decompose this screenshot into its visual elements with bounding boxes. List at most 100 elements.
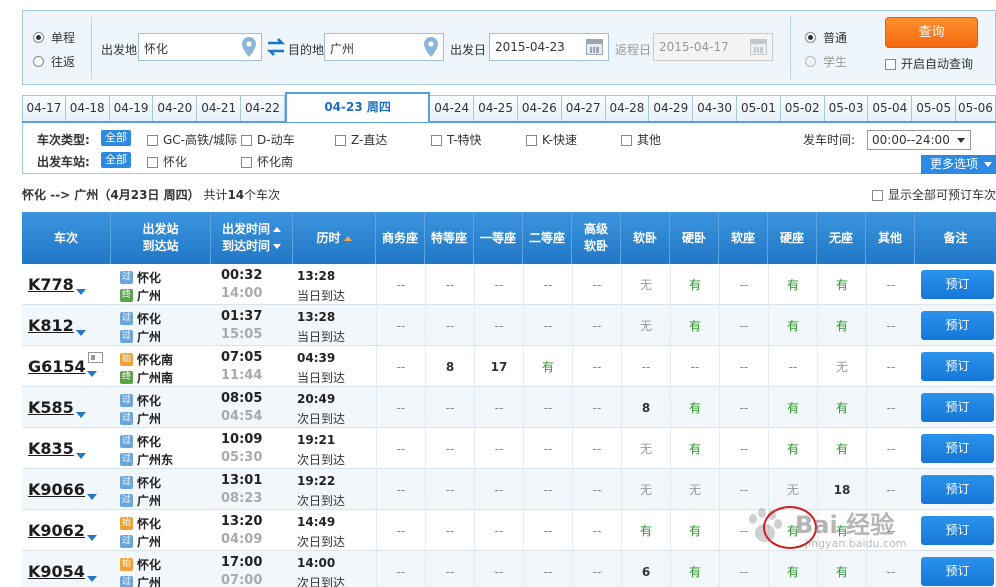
checkbox[interactable] — [621, 135, 632, 146]
seat-availability: -- — [768, 346, 817, 387]
date-tab[interactable]: 04-30 — [693, 95, 737, 121]
calendar-icon[interactable] — [586, 39, 603, 55]
student-radio[interactable]: 学生 — [805, 51, 847, 71]
chevron-down-icon[interactable] — [76, 289, 86, 295]
train-number[interactable]: K778 — [28, 275, 74, 294]
date-tab[interactable]: 04-26 — [517, 95, 562, 121]
auto-query-checkbox[interactable]: 开启自动查询 — [885, 55, 973, 72]
normal-radio[interactable]: 普通 — [805, 27, 847, 47]
filter-gc[interactable]: GC-高铁/城际 — [147, 131, 237, 148]
station-huaihua[interactable]: 怀化 — [147, 153, 187, 170]
station-huaihuanan[interactable]: 怀化南 — [241, 153, 293, 170]
chevron-down-icon[interactable] — [76, 412, 86, 418]
train-number[interactable]: K9066 — [28, 480, 85, 499]
filter-z[interactable]: Z-直达 — [335, 131, 387, 148]
date-tab[interactable]: 04-24 — [430, 95, 475, 121]
book-button[interactable]: 预订 — [921, 270, 994, 299]
train-number[interactable]: K9054 — [28, 562, 85, 581]
col-seat-label: 一等座 — [479, 230, 516, 245]
checkbox[interactable] — [431, 135, 442, 146]
radio-unchecked[interactable] — [33, 55, 44, 67]
show-all-bookable[interactable]: 显示全部可预订车次 — [872, 186, 996, 203]
seat-availability: 无 — [670, 469, 719, 510]
date-tab[interactable]: 04-22 — [241, 95, 285, 121]
date-tab[interactable]: 04-18 — [65, 95, 110, 121]
chevron-down-icon[interactable] — [76, 453, 86, 459]
to-station: 过广州 — [120, 533, 161, 550]
depart-station-all[interactable]: 全部 — [101, 152, 131, 168]
sort-up-icon[interactable] — [273, 227, 281, 232]
date-tab[interactable]: 04-20 — [153, 95, 198, 121]
more-options-button[interactable]: 更多选项 — [921, 155, 996, 174]
date-tab[interactable]: 05-01 — [736, 95, 781, 121]
sort-down-icon[interactable] — [273, 244, 281, 249]
to-input[interactable]: 广州 — [324, 33, 444, 61]
book-button[interactable]: 预订 — [921, 393, 994, 422]
date-tab[interactable]: 04-21 — [197, 95, 242, 121]
filter-d[interactable]: D-动车 — [241, 131, 295, 148]
round-trip-radio[interactable]: 往返 — [33, 51, 75, 71]
filter-k[interactable]: K-快速 — [526, 131, 577, 148]
swap-icon[interactable] — [266, 38, 286, 56]
checkbox[interactable] — [872, 190, 883, 201]
date-tab[interactable]: 04-25 — [474, 95, 518, 121]
date-tab[interactable]: 05-02 — [780, 95, 825, 121]
radio-checked[interactable] — [33, 31, 44, 43]
return-date-input[interactable]: 2015-04-17 — [653, 33, 773, 61]
checkbox[interactable] — [335, 135, 346, 146]
from-input[interactable]: 怀化 — [138, 33, 262, 61]
depart-date-input[interactable]: 2015-04-23 — [489, 33, 609, 61]
date-tab[interactable]: 04-27 — [561, 95, 606, 121]
date-tab[interactable]: 04-28 — [605, 95, 650, 121]
checkbox[interactable] — [147, 135, 158, 146]
book-button[interactable]: 预订 — [921, 516, 994, 545]
train-number[interactable]: K812 — [28, 316, 74, 335]
col-duration[interactable]: 历时 — [293, 212, 376, 264]
date-tab-active[interactable]: 04-23 周四 — [284, 92, 431, 122]
filter-other[interactable]: 其他 — [621, 131, 661, 148]
book-button[interactable]: 预订 — [921, 475, 994, 504]
chevron-down-icon[interactable] — [76, 330, 86, 336]
more-options-label: 更多选项 — [930, 157, 979, 171]
train-number[interactable]: G6154 — [28, 357, 86, 376]
chevron-down-icon[interactable] — [86, 576, 97, 582]
train-number[interactable]: K835 — [28, 439, 74, 458]
filter-t[interactable]: T-特快 — [431, 131, 482, 148]
sort-up-icon[interactable] — [343, 235, 352, 241]
radio-checked[interactable] — [805, 31, 816, 43]
book-button[interactable]: 预订 — [921, 311, 994, 340]
book-button[interactable]: 预订 — [921, 352, 994, 381]
table-row: K835 过怀化过广州东 10:09 05:30 19:21 次日到达 -- -- -- -- --… — [22, 428, 996, 469]
chevron-down-icon[interactable] — [86, 371, 97, 377]
checkbox[interactable] — [147, 157, 158, 168]
date-tab[interactable]: 04-29 — [649, 95, 694, 121]
chevron-down-icon[interactable] — [86, 494, 97, 500]
depart-time-select[interactable]: 00:00--24:00 — [867, 130, 971, 150]
station-badge: 过 — [120, 394, 133, 407]
train-number[interactable]: K585 — [28, 398, 74, 417]
divider — [91, 17, 92, 79]
date-tab[interactable]: 05-04 — [868, 95, 913, 121]
seat-availability: -- — [866, 346, 915, 387]
seat-availability: -- — [474, 264, 523, 305]
col-time[interactable]: 出发时间 到达时间 — [211, 212, 293, 264]
train-type-all[interactable]: 全部 — [101, 130, 131, 146]
date-tab[interactable]: 05-03 — [824, 95, 869, 121]
checkbox[interactable] — [885, 59, 896, 70]
train-number[interactable]: K9062 — [28, 521, 85, 540]
checkbox[interactable] — [241, 157, 252, 168]
radio-disabled[interactable] — [805, 55, 816, 67]
query-button[interactable]: 查询 — [885, 17, 978, 48]
chevron-down-icon[interactable] — [86, 535, 97, 541]
arrive-day: 次日到达 — [297, 494, 346, 508]
calendar-icon[interactable] — [750, 39, 767, 55]
checkbox[interactable] — [241, 135, 252, 146]
date-tab[interactable]: 05-06 — [956, 95, 996, 121]
one-way-radio[interactable]: 单程 — [33, 27, 75, 47]
date-tab[interactable]: 04-19 — [109, 95, 154, 121]
book-button[interactable]: 预订 — [921, 434, 994, 463]
book-button[interactable]: 预订 — [921, 557, 994, 586]
date-tab[interactable]: 05-05 — [912, 95, 957, 121]
date-tab[interactable]: 04-17 — [22, 95, 66, 121]
checkbox[interactable] — [526, 135, 537, 146]
